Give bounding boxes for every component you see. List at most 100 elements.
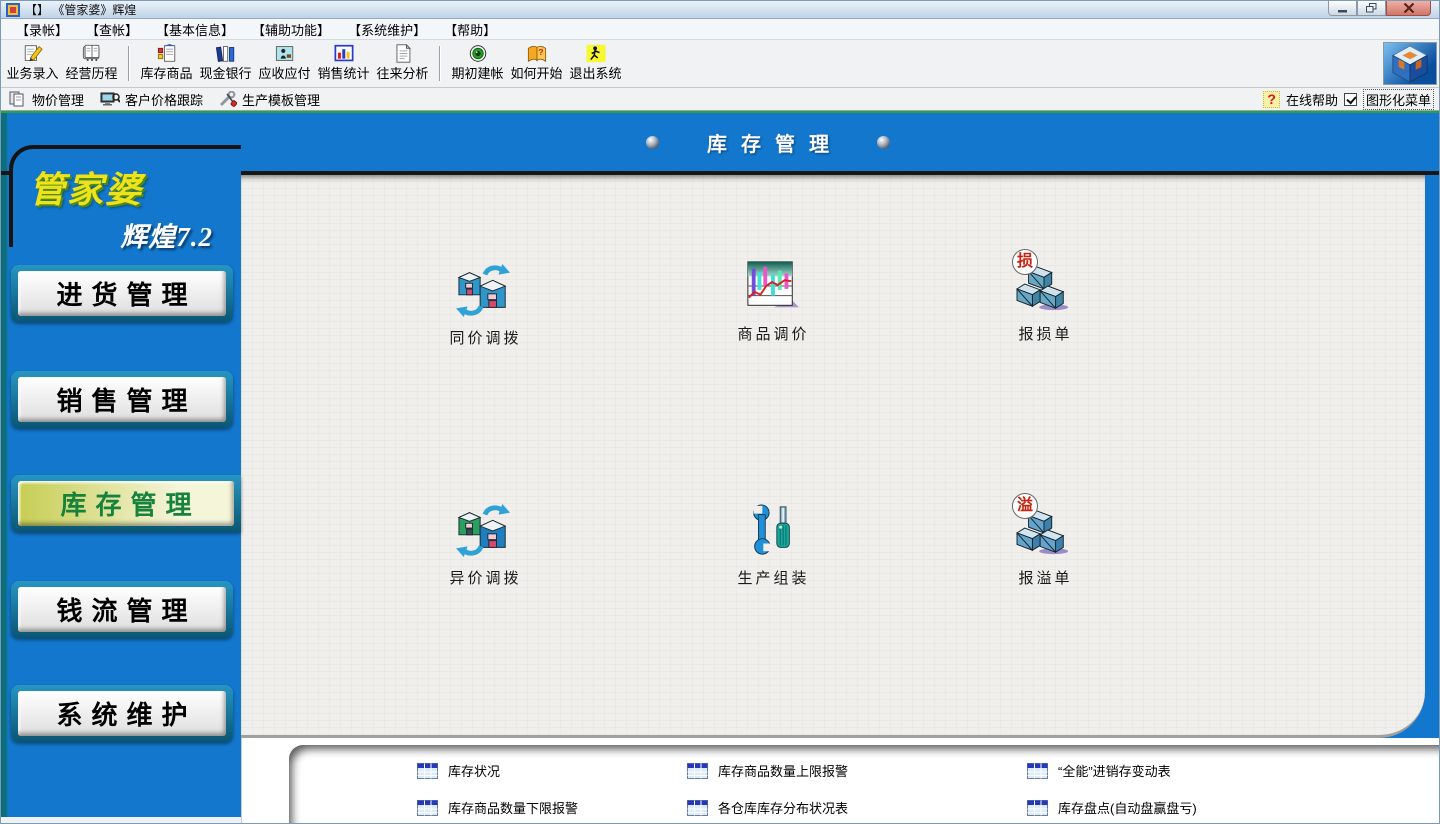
- production-template-icon: [219, 91, 237, 107]
- module-label: 商品调价: [687, 323, 857, 344]
- sidebar-bottom-strip: [1, 817, 241, 823]
- module-overflow-report[interactable]: 溢 报溢单: [959, 503, 1129, 588]
- brand-logo-panel: 管家婆 辉煌7.2: [9, 145, 241, 247]
- toolbar-separator: [128, 46, 130, 81]
- close-button[interactable]: [1386, 1, 1431, 16]
- menu-aux-functions[interactable]: 【辅助功能】: [243, 19, 339, 40]
- toolbar-sales-stats[interactable]: 销售统计: [314, 42, 373, 85]
- toolbar2-price-management[interactable]: 物价管理: [9, 90, 84, 109]
- table-icon: [1027, 763, 1048, 779]
- module-label: 报溢单: [959, 567, 1129, 588]
- reports-well: 库存状况 库存商品数量上限报警 “全能”进销存变动表 库存商品数量下限报警: [289, 745, 1439, 823]
- toolbar-inventory-goods[interactable]: 库存商品: [137, 42, 196, 85]
- report-almighty-change-table[interactable]: “全能”进销存变动表: [1027, 761, 1439, 780]
- toolbar-separator: [439, 46, 441, 81]
- report-lower-limit-alarm[interactable]: 库存商品数量下限报警: [417, 798, 687, 817]
- sidebar-item-cashflow[interactable]: 钱流管理: [11, 581, 233, 638]
- transaction-analysis-icon: [391, 44, 415, 63]
- sidebar-item-maintenance[interactable]: 系统维护: [11, 685, 233, 742]
- business-history-icon: [80, 44, 104, 63]
- toolbar2-customer-price-tracking[interactable]: 客户价格跟踪: [100, 90, 203, 109]
- toolbar-transaction-analysis[interactable]: 往来分析: [373, 42, 432, 85]
- toolbar-initial-account[interactable]: 期初建帐: [448, 42, 507, 85]
- goods-price-adjust-icon: [744, 259, 800, 313]
- menu-record[interactable]: 【录帐】: [7, 19, 77, 40]
- minimize-button[interactable]: [1328, 1, 1357, 16]
- sidebar-item-label: 进货管理: [18, 271, 226, 316]
- toolbar2-label: 物价管理: [32, 90, 84, 109]
- window-controls: [1328, 1, 1431, 16]
- application-window: 【】 《管家婆》辉煌 【录帐】 【查帐】 【基本信息】 【辅助功能】 【系统维护…: [0, 0, 1440, 824]
- inventory-goods-icon: [155, 44, 179, 63]
- sidebar-item-label: 系统维护: [18, 691, 226, 736]
- report-label: “全能”进销存变动表: [1058, 761, 1171, 780]
- module-label: 异价调拨: [399, 567, 569, 588]
- toolbar-label: 业务录入: [6, 63, 58, 82]
- report-inventory-status[interactable]: 库存状况: [417, 761, 687, 780]
- module-loss-report[interactable]: 损 报损单: [959, 259, 1129, 344]
- report-label: 库存状况: [448, 761, 500, 780]
- module-diff-price-transfer[interactable]: 异价调拨: [399, 503, 569, 588]
- exit-system-icon: [584, 44, 608, 63]
- restore-icon: [1366, 3, 1377, 13]
- customer-price-tracking-icon: [100, 91, 120, 107]
- report-label: 库存盘点(自动盘赢盘亏): [1058, 798, 1197, 817]
- sidebar-item-inventory[interactable]: 库存管理: [11, 475, 241, 532]
- toolbar-how-to-start[interactable]: ? 如何开始: [507, 42, 566, 85]
- report-label: 各仓库库存分布状况表: [718, 798, 848, 817]
- menu-query[interactable]: 【查帐】: [77, 19, 147, 40]
- graphic-menu-checkbox[interactable]: [1344, 93, 1357, 106]
- report-warehouse-distribution[interactable]: 各仓库库存分布状况表: [687, 798, 1027, 817]
- online-help-icon[interactable]: ?: [1263, 91, 1280, 108]
- cube-icon: [1389, 44, 1431, 84]
- secondary-toolbar: 物价管理 客户价格跟踪 生产模板管理 ? 在线帮助 图形化菜单: [1, 88, 1439, 111]
- sidebar-item-label: 钱流管理: [18, 587, 226, 632]
- module-label: 报损单: [959, 323, 1129, 344]
- page-title: 库存管理: [693, 128, 843, 157]
- table-icon: [687, 800, 708, 816]
- toolbar-label: 退出系统: [569, 63, 621, 82]
- app-icon: [6, 3, 20, 17]
- toolbar-exit-system[interactable]: 退出系统: [566, 42, 625, 85]
- sphere-icon: [646, 136, 659, 149]
- toolbar2-label: 客户价格跟踪: [125, 90, 203, 109]
- report-label: 库存商品数量上限报警: [718, 761, 848, 780]
- sidebar-item-label: 销售管理: [18, 377, 226, 422]
- graphic-menu-label[interactable]: 图形化菜单: [1363, 89, 1434, 110]
- toolbar-label: 如何开始: [510, 63, 562, 82]
- sidebar-item-purchase[interactable]: 进货管理: [11, 265, 233, 322]
- module-goods-price-adjust[interactable]: 商品调价: [687, 259, 857, 344]
- initial-account-icon: [466, 44, 490, 63]
- table-icon: [1027, 800, 1048, 816]
- toolbar2-production-template[interactable]: 生产模板管理: [219, 90, 320, 109]
- toolbar-receivable-payable[interactable]: 应收应付: [255, 42, 314, 85]
- diff-price-transfer-icon: [456, 503, 512, 557]
- online-help-label[interactable]: 在线帮助: [1286, 90, 1338, 109]
- bottom-panel: 库存状况 库存商品数量上限报警 “全能”进销存变动表 库存商品数量下限报警: [241, 738, 1439, 823]
- module-production-assembly[interactable]: 生产组装: [687, 503, 857, 588]
- window-title: 【】 《管家婆》辉煌: [25, 1, 136, 18]
- module-same-price-transfer[interactable]: 同价调拨: [399, 263, 569, 348]
- how-to-start-icon: ?: [525, 44, 549, 63]
- toolbar-label: 销售统计: [317, 63, 369, 82]
- menu-help[interactable]: 【帮助】: [435, 19, 505, 40]
- sidebar-item-sales[interactable]: 销售管理: [11, 371, 233, 428]
- toolbar-cash-bank[interactable]: 现金银行: [196, 42, 255, 85]
- cash-bank-icon: [214, 44, 238, 63]
- main-toolbar: 业务录入 经营历程 库存商品 现金银行 应收应付 销售统计 往来分析: [1, 40, 1439, 88]
- report-stocktaking[interactable]: 库存盘点(自动盘赢盘亏): [1027, 798, 1439, 817]
- toolbar2-label: 生产模板管理: [242, 90, 320, 109]
- table-icon: [417, 763, 438, 779]
- menu-system-maintenance[interactable]: 【系统维护】: [339, 19, 435, 40]
- close-icon: [1403, 3, 1415, 13]
- table-icon: [417, 800, 438, 816]
- same-price-transfer-icon: [456, 263, 512, 317]
- toolbar-business-entry[interactable]: 业务录入: [3, 42, 62, 85]
- report-upper-limit-alarm[interactable]: 库存商品数量上限报警: [687, 761, 1027, 780]
- report-label: 库存商品数量下限报警: [448, 798, 578, 817]
- reports-grid: 库存状况 库存商品数量上限报警 “全能”进销存变动表 库存商品数量下限报警: [289, 745, 1439, 817]
- restore-button[interactable]: [1357, 1, 1386, 16]
- toolbar-business-history[interactable]: 经营历程: [62, 42, 121, 85]
- menu-basic-info[interactable]: 【基本信息】: [147, 19, 243, 40]
- price-management-icon: [9, 91, 27, 107]
